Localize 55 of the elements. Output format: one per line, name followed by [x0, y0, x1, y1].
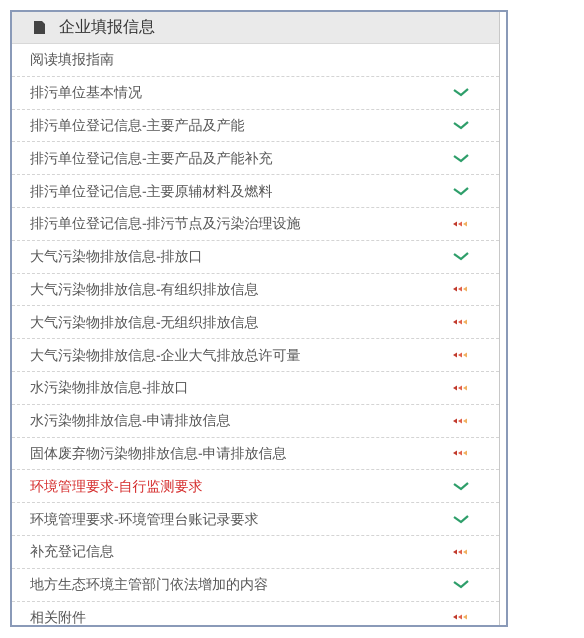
- nav-item[interactable]: 阅读填报指南: [12, 44, 499, 77]
- nav-item-label: 排污单位基本情况: [30, 83, 142, 102]
- nav-item-label: 大气污染物排放信息-有组织排放信息: [30, 280, 259, 299]
- arrows-icon: [453, 352, 469, 358]
- document-icon: [34, 21, 45, 34]
- nav-item-label: 排污单位登记信息-主要原辅材料及燃料: [30, 182, 273, 201]
- check-icon: [453, 186, 469, 196]
- nav-item-label: 水污染物排放信息-申请排放信息: [30, 411, 231, 430]
- nav-item[interactable]: 排污单位基本情况: [12, 76, 499, 110]
- nav-item-label: 大气污染物排放信息-企业大气排放总许可量: [30, 346, 301, 365]
- nav-item-label: 固体废弃物污染物排放信息-申请排放信息: [30, 444, 287, 463]
- check-icon: [453, 120, 469, 130]
- nav-item[interactable]: 水污染物排放信息-排放口: [12, 372, 499, 405]
- nav-item-label: 大气污染物排放信息-排放口: [30, 247, 203, 266]
- arrows-icon: [453, 220, 469, 227]
- nav-item-label: 相关附件: [30, 608, 86, 625]
- arrows-icon: [453, 418, 469, 424]
- check-icon: [453, 154, 469, 163]
- nav-item-label: 排污单位登记信息-主要产品及产能: [30, 116, 245, 135]
- panel-title: 企业填报信息: [59, 18, 155, 38]
- arrows-icon: [453, 384, 469, 391]
- nav-item[interactable]: 环境管理要求-环境管理台账记录要求: [12, 503, 499, 536]
- check-icon: [453, 252, 469, 262]
- check-icon: [453, 88, 469, 98]
- nav-item[interactable]: 固体废弃物污染物排放信息-申请排放信息: [12, 438, 499, 470]
- check-icon: [453, 580, 469, 590]
- nav-item[interactable]: 大气污染物排放信息-有组织排放信息: [12, 274, 499, 306]
- nav-item-label: 阅读填报指南: [30, 50, 114, 70]
- nav-item-label: 环境管理要求-环境管理台账记录要求: [30, 510, 259, 529]
- check-icon: [453, 514, 469, 524]
- nav-item[interactable]: 相关附件: [12, 602, 499, 625]
- check-icon: [453, 482, 469, 491]
- arrows-icon: [453, 319, 469, 326]
- arrows-icon: [453, 614, 469, 620]
- nav-item-label: 大气污染物排放信息-无组织排放信息: [30, 312, 259, 332]
- nav-item[interactable]: 排污单位登记信息-排污节点及污染治理设施: [12, 208, 499, 241]
- nav-item[interactable]: 环境管理要求-自行监测要求: [12, 470, 499, 504]
- nav-item[interactable]: 排污单位登记信息-主要产品及产能补充: [12, 142, 499, 176]
- nav-item[interactable]: 大气污染物排放信息-无组织排放信息: [12, 306, 499, 340]
- nav-item[interactable]: 大气污染物排放信息-排放口: [12, 240, 499, 274]
- nav-item[interactable]: 排污单位登记信息-主要原辅材料及燃料: [12, 175, 499, 208]
- nav-item[interactable]: 大气污染物排放信息-企业大气排放总许可量: [12, 339, 499, 372]
- nav-item[interactable]: 补充登记信息: [12, 536, 499, 569]
- nav-item-label: 地方生态环境主管部门依法增加的内容: [30, 575, 268, 594]
- arrows-icon: [453, 548, 469, 555]
- nav-item[interactable]: 地方生态环境主管部门依法增加的内容: [12, 568, 499, 602]
- nav-item[interactable]: 排污单位登记信息-主要产品及产能: [12, 110, 499, 142]
- nav-item-label: 水污染物排放信息-排放口: [30, 378, 189, 398]
- nav-item-label: 补充登记信息: [30, 542, 114, 562]
- arrows-icon: [453, 286, 469, 292]
- arrows-icon: [453, 450, 469, 456]
- nav-item[interactable]: 水污染物排放信息-申请排放信息: [12, 404, 499, 438]
- nav-item-label: 排污单位登记信息-主要产品及产能补充: [30, 148, 273, 168]
- nav-item-label: 环境管理要求-自行监测要求: [30, 476, 203, 496]
- nav-item-label: 排污单位登记信息-排污节点及污染治理设施: [30, 214, 301, 234]
